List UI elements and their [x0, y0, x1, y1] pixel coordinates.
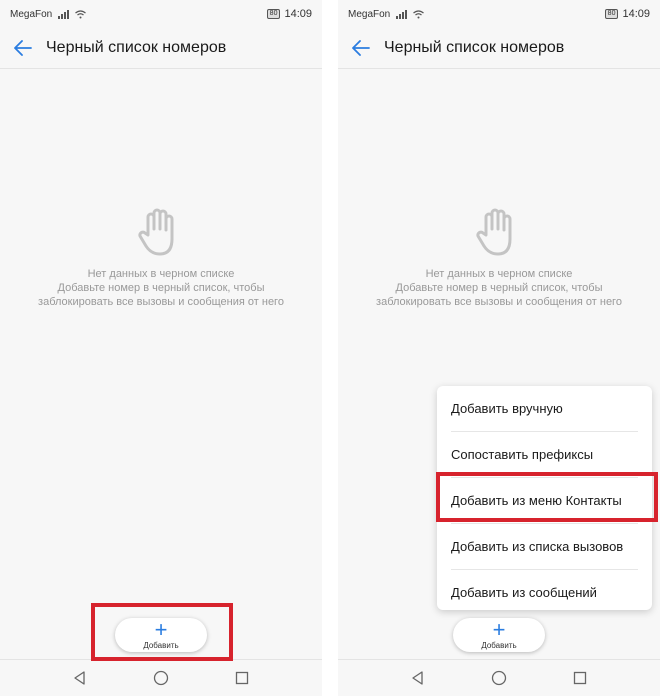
wifi-icon [75, 9, 87, 18]
screen-left: MegaFon 80 14:09 Черный список номеров Н… [0, 0, 322, 696]
back-button[interactable] [0, 28, 46, 68]
status-bar: MegaFon 80 14:09 [338, 0, 660, 28]
screen-right: MegaFon 80 14:09 Черный список номеров Н… [338, 0, 660, 696]
empty-title: Нет данных в черном списке [425, 268, 573, 280]
wifi-icon [413, 9, 425, 18]
menu-item-add-from-call-log[interactable]: Добавить из списка вызовов [451, 524, 638, 570]
menu-item-add-from-messages[interactable]: Добавить из сообщений [451, 570, 638, 615]
empty-description-line1: Добавьте номер в черный список, чтобы [395, 282, 603, 294]
nav-home-icon[interactable] [491, 670, 507, 686]
clock: 14:09 [284, 8, 312, 20]
add-button[interactable]: + Добавить [453, 618, 545, 652]
navigation-bar [338, 659, 660, 696]
hand-icon [476, 208, 512, 256]
arrow-left-icon [14, 40, 32, 56]
nav-recents-icon[interactable] [235, 671, 249, 685]
arrow-left-icon [352, 40, 370, 56]
back-button[interactable] [338, 28, 384, 68]
hand-icon [138, 208, 174, 256]
menu-item-add-manually[interactable]: Добавить вручную [451, 386, 638, 432]
highlight-frame [91, 603, 233, 661]
empty-title: Нет данных в черном списке [87, 268, 235, 280]
highlight-frame [436, 472, 658, 522]
empty-state: Нет данных в черном списке Добавьте номе… [0, 205, 322, 309]
nav-home-icon[interactable] [153, 670, 169, 686]
app-bar: Черный список номеров [338, 28, 660, 69]
page-title: Черный список номеров [46, 39, 227, 56]
page-title: Черный список номеров [384, 39, 565, 56]
carrier-label: MegaFon [10, 8, 53, 20]
status-bar: MegaFon 80 14:09 [0, 0, 322, 28]
nav-recents-icon[interactable] [573, 671, 587, 685]
battery-icon: 80 [266, 9, 281, 19]
nav-back-icon[interactable] [73, 671, 87, 685]
navigation-bar [0, 659, 322, 696]
plus-icon: + [492, 616, 506, 642]
empty-description-line1: Добавьте номер в черный список, чтобы [57, 282, 265, 294]
empty-description-line2: заблокировать все вызовы и сообщения от … [38, 296, 284, 308]
signal-icon [396, 9, 408, 19]
battery-icon: 80 [604, 9, 619, 19]
carrier-label: MegaFon [348, 8, 391, 20]
clock: 14:09 [622, 8, 650, 20]
add-button-label: Добавить [481, 640, 517, 650]
app-bar: Черный список номеров [0, 28, 322, 69]
signal-icon [58, 9, 70, 19]
empty-state: Нет данных в черном списке Добавьте номе… [338, 205, 660, 309]
nav-back-icon[interactable] [411, 671, 425, 685]
empty-description-line2: заблокировать все вызовы и сообщения от … [376, 296, 622, 308]
